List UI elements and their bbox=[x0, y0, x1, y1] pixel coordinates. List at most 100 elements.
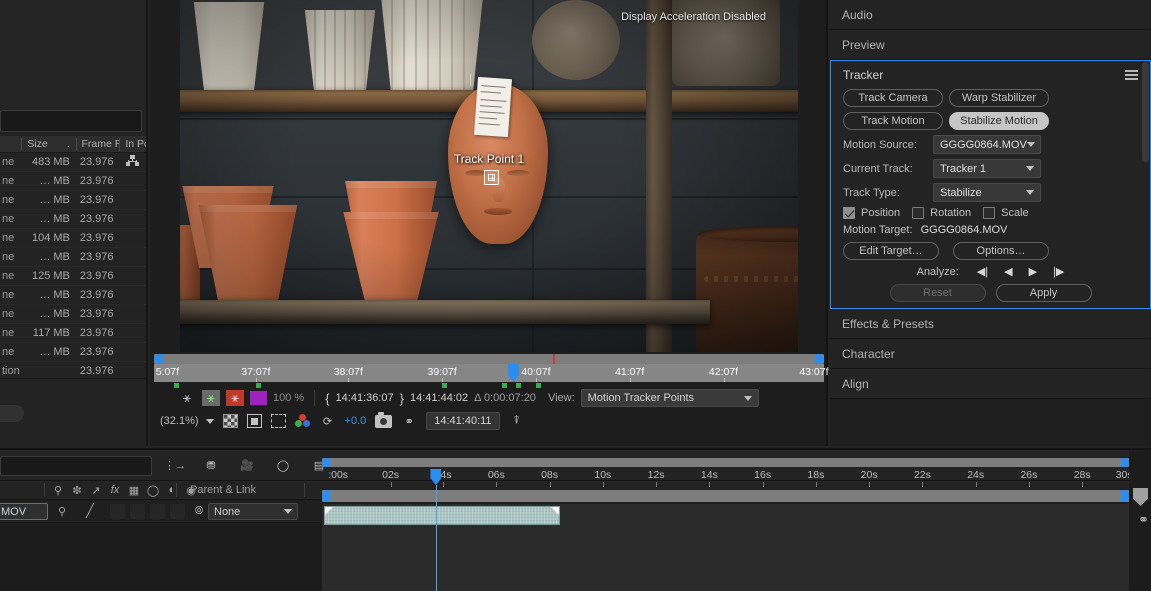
motion-blur-icon[interactable]: ⛃ bbox=[201, 455, 221, 475]
transparency-grid-icon[interactable] bbox=[222, 414, 238, 428]
warp-stabilizer-button[interactable]: Warp Stabilizer bbox=[949, 89, 1049, 107]
viewer-time-ruler-area[interactable]: 5:07f 37:07f 38:07f 39:07f 40:07f 41:07f… bbox=[154, 354, 829, 388]
scale-checkbox[interactable] bbox=[983, 207, 996, 219]
composition-canvas[interactable]: Track Point 1 Display Acceleration Disab… bbox=[180, 0, 798, 352]
snapshot-camera-icon[interactable] bbox=[375, 411, 393, 428]
timeline-time-ruler[interactable]: :00s 02s 04s 06s 08s 10s 12s 14s 16s 18s… bbox=[322, 469, 1133, 487]
walking-person-icon[interactable]: ⚹ bbox=[178, 390, 196, 406]
table-row[interactable]: ne … MB 23.976 bbox=[0, 210, 146, 229]
layer-clip-bar[interactable] bbox=[324, 506, 560, 525]
in-point-timecode[interactable]: 14:41:36:07 bbox=[336, 392, 394, 404]
work-area-end-handle[interactable] bbox=[1121, 458, 1129, 467]
column-header-in-point[interactable]: In Po bbox=[119, 137, 146, 151]
in-point-icon[interactable]: { bbox=[325, 391, 329, 406]
table-row[interactable]: ne … MB 23.976 bbox=[0, 172, 146, 191]
table-row[interactable]: ne 125 MB 23.976 bbox=[0, 267, 146, 286]
options-button[interactable]: Options… bbox=[953, 242, 1049, 260]
frame-blend-icon[interactable]: ▦ bbox=[128, 484, 140, 497]
position-checkbox[interactable] bbox=[843, 207, 855, 219]
table-row[interactable]: ne 483 MB 23.976 bbox=[0, 153, 146, 172]
parent-dropdown[interactable]: None bbox=[208, 503, 298, 520]
current-track-dropdown[interactable]: Tracker 1 bbox=[933, 159, 1041, 178]
table-row[interactable]: ne … MB 23.976 bbox=[0, 286, 146, 305]
view-dropdown[interactable]: Motion Tracker Points bbox=[580, 389, 759, 407]
current-timecode-field[interactable]: 14:41:40:11 bbox=[426, 412, 500, 430]
walking-person-green-icon[interactable]: ⚹ bbox=[202, 390, 220, 406]
timeline-work-area-bar[interactable] bbox=[322, 458, 1129, 467]
quality-slash-icon[interactable]: ╱ bbox=[86, 503, 94, 519]
reset-button[interactable]: Reset bbox=[889, 284, 986, 302]
track-type-dropdown[interactable]: Stabilize bbox=[933, 183, 1041, 202]
project-footer-pill[interactable] bbox=[0, 405, 24, 422]
table-row[interactable]: ne … MB 23.976 bbox=[0, 248, 146, 267]
apply-button[interactable]: Apply bbox=[995, 284, 1092, 302]
duration-start-handle[interactable] bbox=[322, 490, 330, 502]
motion-blur-icon[interactable]: ◯ bbox=[147, 484, 159, 497]
motion-source-dropdown[interactable]: GGGG0864.MOV bbox=[933, 135, 1041, 154]
timeline-search-input[interactable] bbox=[0, 456, 152, 476]
exposure-reset-icon[interactable]: ⟳ bbox=[320, 414, 336, 429]
panel-header-preview[interactable]: Preview bbox=[830, 30, 1151, 60]
rotation-checkbox[interactable] bbox=[912, 207, 925, 219]
column-header-size[interactable]: Size . bbox=[21, 137, 75, 151]
track-point-marker[interactable] bbox=[484, 170, 499, 185]
hamburger-icon[interactable] bbox=[1125, 70, 1138, 80]
right-panel-scrollbar[interactable] bbox=[1142, 62, 1149, 162]
panel-header-align[interactable]: Align bbox=[830, 369, 1151, 399]
column-header-frame-rate[interactable]: Frame R... bbox=[75, 137, 119, 151]
opacity-value[interactable]: 100 % bbox=[273, 392, 304, 404]
viewer-time-ruler[interactable]: 5:07f 37:07f 38:07f 39:07f 40:07f 41:07f… bbox=[154, 364, 829, 382]
show-snapshot-icon[interactable]: ⚭ bbox=[401, 414, 417, 429]
panel-header-character[interactable]: Character bbox=[830, 339, 1151, 369]
graph-branch-icon[interactable]: ⋮→ bbox=[164, 455, 186, 475]
3d-view-icon[interactable]: ⍒ bbox=[509, 414, 525, 429]
zoom-dropdown[interactable]: (32.1%) bbox=[160, 415, 214, 427]
layer-name-field[interactable]: MOV bbox=[0, 503, 48, 520]
analyze-backward-icon[interactable]: ◀ bbox=[1004, 265, 1012, 278]
exposure-value[interactable]: +0.0 bbox=[345, 415, 367, 427]
column-header-name[interactable] bbox=[0, 138, 21, 151]
table-row[interactable]: ne … MB 23.976 bbox=[0, 343, 146, 362]
timeline-track-area[interactable] bbox=[322, 504, 1129, 591]
duration-end-shield-icon[interactable] bbox=[1133, 488, 1148, 506]
panel-header-audio[interactable]: Audio bbox=[830, 0, 1151, 30]
table-row[interactable]: ne 104 MB 23.976 bbox=[0, 229, 146, 248]
walking-person-red-icon[interactable]: ⚹ bbox=[226, 390, 244, 406]
stabilize-motion-button[interactable]: Stabilize Motion bbox=[949, 112, 1049, 130]
snowflake-icon[interactable]: ❇ bbox=[71, 484, 83, 497]
viewer-work-area-bar[interactable] bbox=[154, 354, 824, 364]
fx-icon[interactable]: fx bbox=[109, 484, 121, 497]
layer-color-swatch[interactable] bbox=[250, 391, 267, 405]
track-motion-button[interactable]: Track Motion bbox=[843, 112, 943, 130]
analyze-one-frame-forward-icon[interactable]: |▶ bbox=[1053, 265, 1064, 278]
film-strip-icon[interactable]: 🎥 bbox=[237, 455, 257, 475]
table-row[interactable]: ne … MB 23.976 bbox=[0, 305, 146, 324]
work-area-start-handle[interactable] bbox=[154, 354, 163, 364]
analyze-forward-icon[interactable]: ▶ bbox=[1029, 265, 1037, 278]
anchor-icon[interactable]: ⚲ bbox=[52, 484, 64, 497]
track-camera-button[interactable]: Track Camera bbox=[843, 89, 943, 107]
work-area-start-handle[interactable] bbox=[322, 458, 330, 467]
out-point-icon[interactable]: } bbox=[400, 391, 404, 406]
duration-end-handle[interactable] bbox=[1121, 490, 1129, 502]
analyze-one-frame-backward-icon[interactable]: ◀| bbox=[977, 265, 988, 278]
panel-header-effects-presets[interactable]: Effects & Presets bbox=[830, 309, 1151, 339]
project-item-list[interactable]: ne 483 MB 23.976 ne … MB 23.976 ne … MB … bbox=[0, 153, 146, 381]
tracker-panel-header[interactable]: Tracker bbox=[831, 61, 1150, 89]
motion-blur-toggle-icon[interactable]: ⚭ bbox=[1138, 512, 1149, 528]
quality-icon[interactable]: ↗ bbox=[90, 484, 102, 497]
out-point-timecode[interactable]: 14:41:44:02 bbox=[410, 392, 468, 404]
channel-color-icon[interactable] bbox=[294, 414, 311, 428]
edit-target-button[interactable]: Edit Target… bbox=[843, 242, 939, 260]
timeline-duration-bar[interactable] bbox=[322, 490, 1129, 502]
shy-layers-icon[interactable]: ◯ bbox=[273, 455, 293, 475]
row-frame-rate: 23.976 bbox=[79, 175, 114, 187]
parent-pickwhip-icon[interactable]: ⦾ bbox=[193, 505, 205, 518]
anchor-icon[interactable]: ⚲ bbox=[56, 505, 68, 518]
work-area-end-handle[interactable] bbox=[815, 354, 824, 364]
title-action-safe-icon[interactable] bbox=[246, 414, 262, 428]
region-of-interest-icon[interactable] bbox=[270, 414, 286, 428]
project-search-input[interactable] bbox=[0, 110, 142, 132]
table-row[interactable]: ne … MB 23.976 bbox=[0, 191, 146, 210]
table-row[interactable]: ne 117 MB 23.976 bbox=[0, 324, 146, 343]
